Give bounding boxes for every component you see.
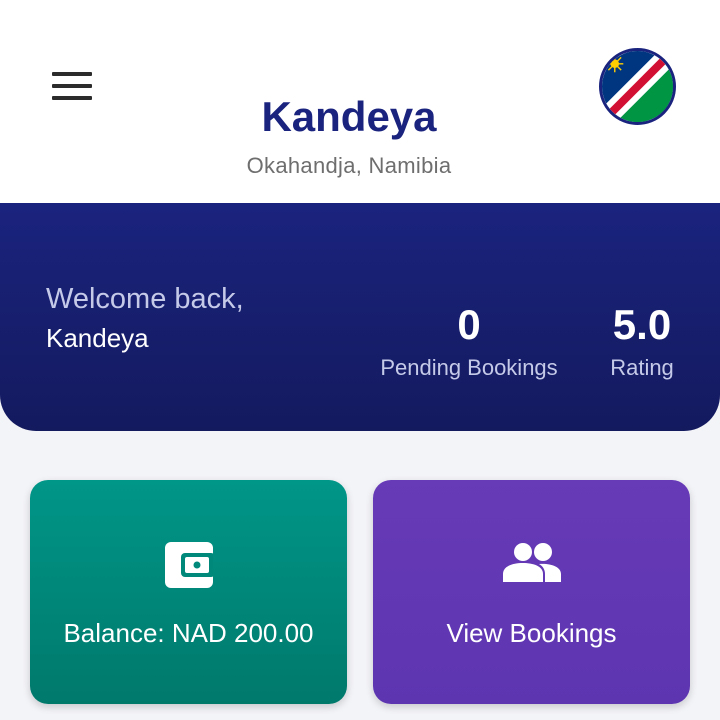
namibia-flag-icon[interactable] — [599, 48, 676, 125]
pending-bookings-label: Pending Bookings — [380, 355, 558, 380]
pending-bookings-stat: 0 Pending Bookings — [370, 301, 568, 381]
app-header: Kandeya Okahandja, Namibia — [0, 0, 720, 203]
pending-bookings-value: 0 — [457, 301, 481, 348]
location-subtitle: Okahandja, Namibia — [246, 153, 452, 178]
balance-label: Balance: NAD 200.00 — [63, 618, 314, 648]
user-name: Kandeya — [46, 323, 149, 353]
rating-label: Rating — [610, 355, 674, 380]
view-bookings-card[interactable]: View Bookings — [373, 480, 690, 704]
view-bookings-label: View Bookings — [446, 618, 617, 648]
balance-card[interactable]: Balance: NAD 200.00 — [30, 480, 347, 704]
rating-value: 5.0 — [612, 301, 672, 348]
page-title: Kandeya — [261, 93, 437, 140]
welcome-text: Welcome back, — [46, 283, 244, 315]
wallet-icon — [164, 542, 215, 593]
people-icon — [502, 542, 561, 587]
welcome-banner: Welcome back, Kandeya 0 Pending Bookings… — [0, 203, 720, 431]
rating-stat: 5.0 Rating — [598, 301, 686, 381]
